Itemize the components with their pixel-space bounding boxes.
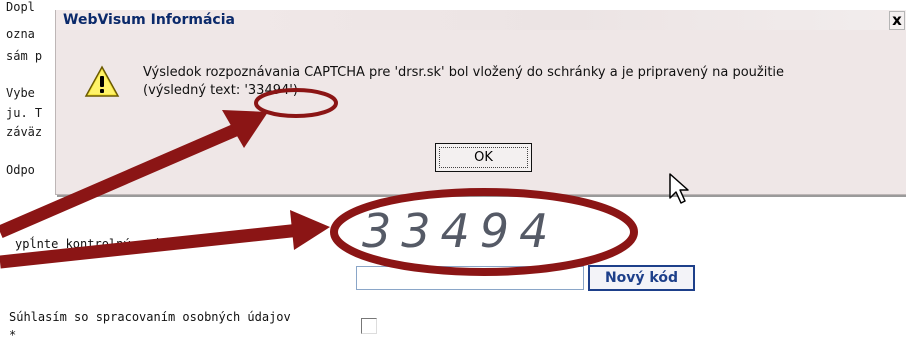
dialog-message-line2: (výsledný text: '33494') bbox=[143, 82, 903, 100]
ok-button[interactable]: OK bbox=[435, 143, 532, 172]
ok-button-label: OK bbox=[474, 150, 493, 165]
info-dialog: WebVisum Informácia x Výsledok rozpoznáv… bbox=[55, 10, 906, 195]
captcha-image: 33494 bbox=[350, 197, 620, 257]
bg-text-5: ju. T bbox=[6, 106, 43, 120]
warning-triangle-icon bbox=[84, 65, 120, 97]
bg-text-3: sám p bbox=[6, 49, 43, 63]
mouse-pointer-icon bbox=[669, 173, 689, 204]
bg-text-6: záväz bbox=[6, 125, 43, 139]
bg-text-2: ozna bbox=[6, 27, 35, 41]
message-result-text: '33494' bbox=[244, 83, 293, 98]
dialog-message: Výsledok rozpoznávania CAPTCHA pre 'drsr… bbox=[143, 64, 903, 100]
arrow-to-captcha-head bbox=[290, 210, 330, 250]
dialog-message-line1: Výsledok rozpoznávania CAPTCHA pre 'drsr… bbox=[143, 65, 785, 80]
consent-checkbox[interactable] bbox=[361, 318, 377, 334]
dialog-title: WebVisum Informácia bbox=[63, 12, 235, 28]
dialog-titlebar[interactable]: WebVisum Informácia x bbox=[56, 10, 906, 30]
message-prefix: (výsledný text: bbox=[143, 83, 245, 98]
new-code-label: Nový kód bbox=[604, 270, 679, 286]
new-code-button[interactable]: Nový kód bbox=[588, 265, 695, 291]
captcha-field-label: ypĺnte kontrolný reťazec * bbox=[15, 237, 203, 251]
close-icon[interactable]: x bbox=[889, 11, 905, 30]
consent-label: Súhlasím so spracovaním osobných údajov bbox=[9, 310, 291, 324]
captcha-input[interactable] bbox=[356, 266, 584, 290]
message-suffix: ) bbox=[292, 83, 298, 98]
bg-text-1: Dopl bbox=[6, 0, 35, 14]
consent-required-mark: * bbox=[9, 328, 17, 342]
bg-text-7: Odpo bbox=[6, 163, 35, 177]
captcha-image-text: 33494 bbox=[362, 204, 558, 257]
bg-text-4: Vybe bbox=[6, 86, 35, 100]
